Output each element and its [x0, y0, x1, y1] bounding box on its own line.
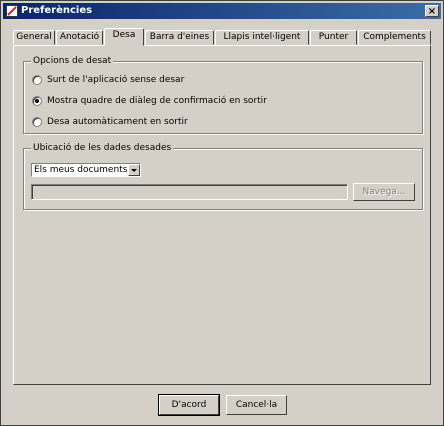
save-tab-panel: Opcions de desat Surt de l'aplicació sen…	[13, 45, 431, 385]
location-select[interactable]: Els meus documents	[31, 163, 141, 177]
save-options-group: Opcions de desat Surt de l'aplicació sen…	[23, 55, 423, 134]
radio-button[interactable]	[32, 117, 42, 127]
cancel-button[interactable]: Cancel·la	[226, 395, 287, 415]
save-location-legend: Ubicació de les dades desades	[31, 142, 174, 154]
app-icon	[6, 5, 18, 17]
tab-save[interactable]: Desa	[104, 28, 144, 46]
location-select-value: Els meus documents	[34, 165, 128, 175]
tab-strip: General Anotació Desa Barra d'eines Llap…	[13, 28, 431, 46]
tab-toolbar[interactable]: Barra d'eines	[145, 30, 214, 45]
close-icon: ×	[427, 6, 437, 17]
window-title: Preferències	[21, 5, 93, 16]
tab-annotation[interactable]: Anotació	[56, 30, 103, 45]
tab-plugins[interactable]: Complements	[358, 30, 431, 45]
close-button[interactable]: ×	[425, 5, 439, 17]
tab-pointer[interactable]: Punter	[310, 30, 357, 45]
tab-smart-pen[interactable]: Llapis intel·ligent	[215, 30, 309, 45]
title-bar: Preferències ×	[3, 3, 441, 19]
tab-general[interactable]: General	[13, 30, 55, 45]
browse-button[interactable]: Navega...	[353, 183, 415, 201]
save-options-legend: Opcions de desat	[31, 55, 114, 67]
chevron-down-icon[interactable]	[128, 164, 140, 176]
radio-button[interactable]	[32, 96, 42, 106]
radio-button[interactable]	[32, 75, 42, 85]
path-field[interactable]	[31, 184, 348, 200]
ok-button[interactable]: D'acord	[158, 394, 220, 416]
preferences-window: Preferències × General Anotació Desa Bar…	[0, 0, 444, 426]
